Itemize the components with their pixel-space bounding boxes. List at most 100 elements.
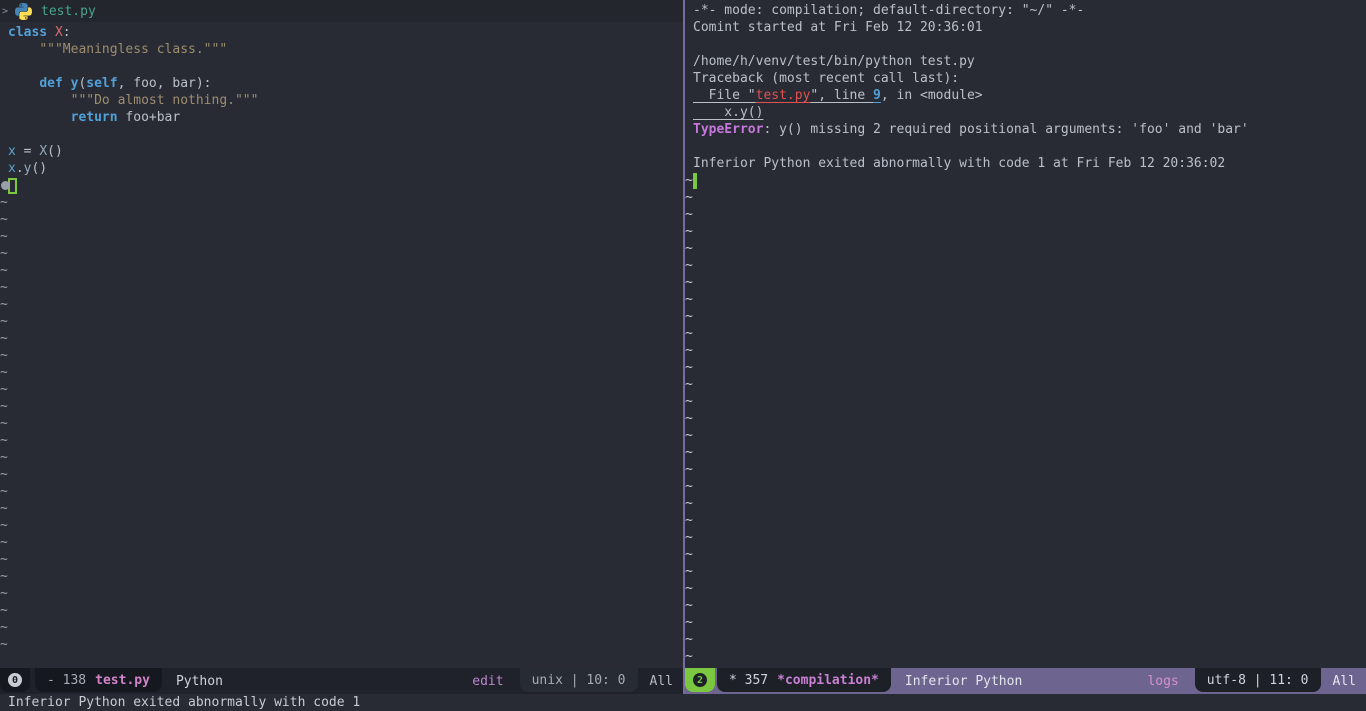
fringe-tilde-icon: ~ [0,535,8,550]
token: ", line [810,88,874,103]
token: def [39,76,63,91]
line-text: /home/h/venv/test/bin/python test.py [693,53,975,70]
tilde-line: ~ [685,189,1366,206]
tilde-line: ~ [685,393,1366,410]
fringe-tilde-icon: ~ [0,212,8,227]
fringe-tilde-icon: ~ [0,382,8,397]
tilde-line: ~ [685,597,1366,614]
fringe-tilde-icon: ~ [685,241,693,256]
fringe-tilde-icon: ~ [685,377,693,392]
tilde-line: ~ [0,313,683,330]
fringe-tilde-icon: ~ [0,297,8,312]
fringe-tilde-icon: ~ [0,569,8,584]
fringe-tilde-icon: ~ [0,365,8,380]
fringe-tilde-icon: ~ [685,207,693,222]
fringe-tilde-icon: ~ [0,467,8,482]
fringe-tilde-icon: ~ [0,637,8,652]
token: X [54,25,63,40]
token: -*- mode: compilation; default-directory… [693,3,1085,18]
echo-area[interactable]: Inferior Python exited abnormally with c… [0,694,1366,711]
tilde-line: ~ [685,478,1366,495]
token: , foo, bar): [117,76,212,91]
fringe-tilde-icon: ~ [685,598,693,613]
token: () [31,161,48,176]
tilde-line: ~ [0,228,683,245]
line-text: Inferior Python exited abnormally with c… [693,155,1225,172]
fringe-tilde-icon: ~ [685,411,693,426]
tilde-line: ~ [685,325,1366,342]
tilde-line: ~ [685,206,1366,223]
fringe-tilde-icon: ~ [0,518,8,533]
fringe-tilde-icon: ~ [0,586,8,601]
token: x.y() [693,105,764,120]
tilde-line: ~ [685,614,1366,631]
echo-message: Inferior Python exited abnormally with c… [8,695,361,710]
position-tab: utf-8 | 11: 0 [1194,668,1321,692]
line-text: Comint started at Fri Feb 12 20:36:01 [693,19,983,36]
token: Comint started at Fri Feb 12 20:36:01 [693,20,983,35]
code-line: return foo+bar [0,109,683,126]
fringe-tilde-icon: ~ [685,428,693,443]
buffer-name[interactable]: test.py [95,672,150,689]
code-line: x.y() [685,104,1366,121]
fringe-tilde-icon: ~ [685,445,693,460]
major-mode[interactable]: Python [176,673,223,690]
fringe-tilde-icon: ~ [0,552,8,567]
python-icon [15,2,32,20]
line-text [8,177,17,199]
fringe-tilde-icon: ~ [0,603,8,618]
tilde-line: ~ [0,517,683,534]
code-line: /home/h/venv/test/bin/python test.py [685,53,1366,70]
python-source-buffer[interactable]: class X: """Meaningless class.""" def y(… [0,22,683,668]
code-line: x = X() [0,143,683,160]
fringe-tilde-icon: ~ [685,326,693,341]
tab-test-py[interactable]: test.py [13,0,106,22]
compilation-buffer[interactable]: -*- mode: compilation; default-directory… [685,0,1366,668]
fringe-tilde-icon: ~ [685,615,693,630]
buffer-name[interactable]: *compilation* [777,672,879,689]
tilde-line: ~ [685,308,1366,325]
fringe-tilde-icon: ~ [0,314,8,329]
buffer-name-tab[interactable]: - 138 test.py [35,668,162,692]
tilde-line: ~ [685,631,1366,648]
line-text: x = X() [8,143,63,160]
fringe-tilde-icon: ~ [0,484,8,499]
token: 9 [873,88,881,103]
emacs-frame: > test.py class X: """Meaningless class.… [0,0,1366,711]
tilde-line: ~ [685,427,1366,444]
window-number-badge: 2 [685,668,715,692]
fringe-tilde-icon: ~ [0,229,8,244]
tilde-line: ~ [685,240,1366,257]
fringe-tilde-icon: ~ [685,275,693,290]
window-number-badge: 0 [0,668,30,692]
token: """Meaningless class.""" [39,42,228,57]
fringe-tilde-icon: ~ [685,258,693,273]
code-line: x.y() [0,160,683,177]
left-window: > test.py class X: """Meaningless class.… [0,0,683,694]
token: self [86,76,118,91]
tilde-line: ~ [685,274,1366,291]
fringe-tilde-icon: ~ [685,360,693,375]
buffer-name-tab[interactable]: * 357 *compilation* [717,668,891,692]
fringe-tilde-icon: ~ [685,530,693,545]
token: """Do almost nothing.""" [70,93,259,108]
tab-scroll-right-icon[interactable]: > [0,3,13,20]
tilde-line: ~ [685,444,1366,461]
fringe-tilde-icon: ~ [0,399,8,414]
buffer-size: - 138 [47,672,87,688]
major-mode[interactable]: Inferior Python [905,673,1022,690]
token: Inferior Python exited abnormally with c… [693,156,1226,171]
tilde-line: ~ [685,359,1366,376]
fringe-tilde-icon: ~ [685,309,693,324]
right-mode-line: 2 * 357 *compilation* Inferior Python lo… [685,668,1366,694]
scroll-position: All [649,673,673,689]
tilde-line: ~ [685,257,1366,274]
line-text: def y(self, foo, bar): [8,75,212,92]
fringe-tilde-icon: ~ [685,479,693,494]
